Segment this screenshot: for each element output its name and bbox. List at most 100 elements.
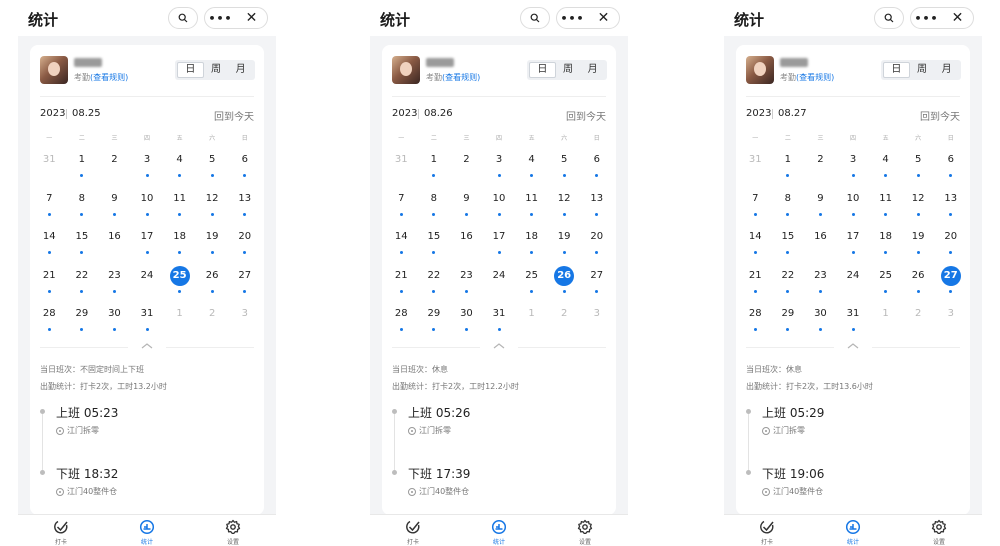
nav-item-check[interactable]: 打卡 [724, 515, 810, 546]
calendar-day[interactable]: 28 [739, 303, 772, 342]
calendar-day[interactable]: 12 [196, 188, 229, 227]
calendar-day[interactable]: 20 [580, 226, 613, 265]
calendar-day[interactable]: 29 [772, 303, 805, 342]
calendar-day[interactable]: 12 [902, 188, 935, 227]
close-icon[interactable]: ✕ [942, 10, 973, 26]
view-tab[interactable]: 月 [228, 62, 253, 78]
calendar-day[interactable]: 25 [869, 265, 902, 304]
month-day-label[interactable]: 08.26 [424, 108, 453, 119]
calendar-day[interactable]: 27 [934, 265, 967, 304]
calendar-day[interactable]: 31 [33, 149, 66, 188]
year-label[interactable]: 2023 [40, 108, 65, 119]
view-tab[interactable]: 月 [934, 62, 959, 78]
calendar-day[interactable]: 26 [902, 265, 935, 304]
nav-item-gear[interactable]: 设置 [896, 515, 982, 546]
calendar-day[interactable]: 25 [163, 265, 196, 304]
close-icon[interactable]: ✕ [588, 10, 619, 26]
calendar-day[interactable]: 23 [450, 265, 483, 304]
calendar-day[interactable]: 5 [902, 149, 935, 188]
calendar-day[interactable]: 24 [837, 265, 870, 304]
calendar-day[interactable]: 1 [418, 149, 451, 188]
calendar-day[interactable]: 1 [163, 303, 196, 342]
calendar-day[interactable]: 24 [131, 265, 164, 304]
calendar-day[interactable]: 10 [837, 188, 870, 227]
calendar-day[interactable]: 6 [934, 149, 967, 188]
view-rules-link[interactable]: (查看规则) [90, 73, 128, 82]
calendar-day[interactable]: 27 [228, 265, 261, 304]
calendar-day[interactable]: 17 [131, 226, 164, 265]
calendar-day[interactable]: 10 [483, 188, 516, 227]
calendar-day[interactable]: 4 [163, 149, 196, 188]
view-rules-link[interactable]: (查看规则) [442, 73, 480, 82]
calendar-day[interactable]: 16 [804, 226, 837, 265]
calendar-day[interactable]: 5 [196, 149, 229, 188]
calendar-day[interactable]: 2 [450, 149, 483, 188]
calendar-day[interactable]: 31 [385, 149, 418, 188]
calendar-day[interactable]: 9 [804, 188, 837, 227]
calendar-day[interactable]: 22 [418, 265, 451, 304]
calendar-day[interactable]: 8 [418, 188, 451, 227]
calendar-day[interactable]: 17 [837, 226, 870, 265]
calendar-day[interactable]: 10 [131, 188, 164, 227]
calendar-day[interactable]: 20 [934, 226, 967, 265]
calendar-day[interactable]: 2 [548, 303, 581, 342]
calendar-day[interactable]: 7 [385, 188, 418, 227]
view-tab[interactable]: 周 [556, 62, 581, 78]
view-tab[interactable]: 日 [529, 62, 556, 78]
calendar-day[interactable]: 21 [739, 265, 772, 304]
calendar-day[interactable]: 24 [483, 265, 516, 304]
calendar-day[interactable]: 11 [515, 188, 548, 227]
calendar-day[interactable]: 9 [450, 188, 483, 227]
view-tab[interactable]: 日 [883, 62, 910, 78]
calendar-day[interactable]: 14 [739, 226, 772, 265]
nav-item-check[interactable]: 打卡 [370, 515, 456, 546]
search-button[interactable] [520, 7, 550, 29]
view-tab[interactable]: 周 [204, 62, 229, 78]
view-tab[interactable]: 月 [580, 62, 605, 78]
calendar-day[interactable]: 6 [228, 149, 261, 188]
calendar-day[interactable]: 16 [98, 226, 131, 265]
calendar-day[interactable]: 5 [548, 149, 581, 188]
calendar-day[interactable]: 31 [483, 303, 516, 342]
calendar-day[interactable]: 13 [580, 188, 613, 227]
collapse-chevron-icon[interactable] [140, 342, 154, 350]
calendar-day[interactable]: 8 [772, 188, 805, 227]
calendar-day[interactable]: 15 [772, 226, 805, 265]
calendar-day[interactable]: 3 [934, 303, 967, 342]
calendar-day[interactable]: 26 [196, 265, 229, 304]
calendar-day[interactable]: 14 [385, 226, 418, 265]
calendar-day[interactable]: 23 [98, 265, 131, 304]
calendar-day[interactable]: 29 [418, 303, 451, 342]
calendar-day[interactable]: 4 [515, 149, 548, 188]
calendar-day[interactable]: 30 [804, 303, 837, 342]
calendar-day[interactable]: 13 [934, 188, 967, 227]
calendar-day[interactable]: 3 [228, 303, 261, 342]
calendar-day[interactable]: 3 [580, 303, 613, 342]
calendar-day[interactable]: 1 [772, 149, 805, 188]
calendar-day[interactable]: 27 [580, 265, 613, 304]
calendar-day[interactable]: 23 [804, 265, 837, 304]
calendar-day[interactable]: 19 [902, 226, 935, 265]
calendar-day[interactable]: 12 [548, 188, 581, 227]
calendar-day[interactable]: 28 [33, 303, 66, 342]
close-icon[interactable]: ✕ [236, 10, 267, 26]
back-to-today-button[interactable]: 回到今天 [566, 108, 606, 123]
calendar-day[interactable]: 19 [196, 226, 229, 265]
nav-item-gear[interactable]: 设置 [190, 515, 276, 546]
calendar-day[interactable]: 8 [66, 188, 99, 227]
calendar-day[interactable]: 13 [228, 188, 261, 227]
calendar-day[interactable]: 31 [837, 303, 870, 342]
more-icon[interactable]: ••• [911, 12, 942, 25]
calendar-day[interactable]: 3 [837, 149, 870, 188]
calendar-day[interactable]: 30 [98, 303, 131, 342]
calendar-day[interactable]: 15 [66, 226, 99, 265]
month-day-label[interactable]: 08.25 [72, 108, 101, 119]
calendar-day[interactable]: 25 [515, 265, 548, 304]
calendar-day[interactable]: 7 [739, 188, 772, 227]
calendar-day[interactable]: 1 [869, 303, 902, 342]
calendar-day[interactable]: 30 [450, 303, 483, 342]
calendar-day[interactable]: 18 [515, 226, 548, 265]
calendar-day[interactable]: 2 [902, 303, 935, 342]
calendar-day[interactable]: 21 [33, 265, 66, 304]
calendar-day[interactable]: 22 [772, 265, 805, 304]
